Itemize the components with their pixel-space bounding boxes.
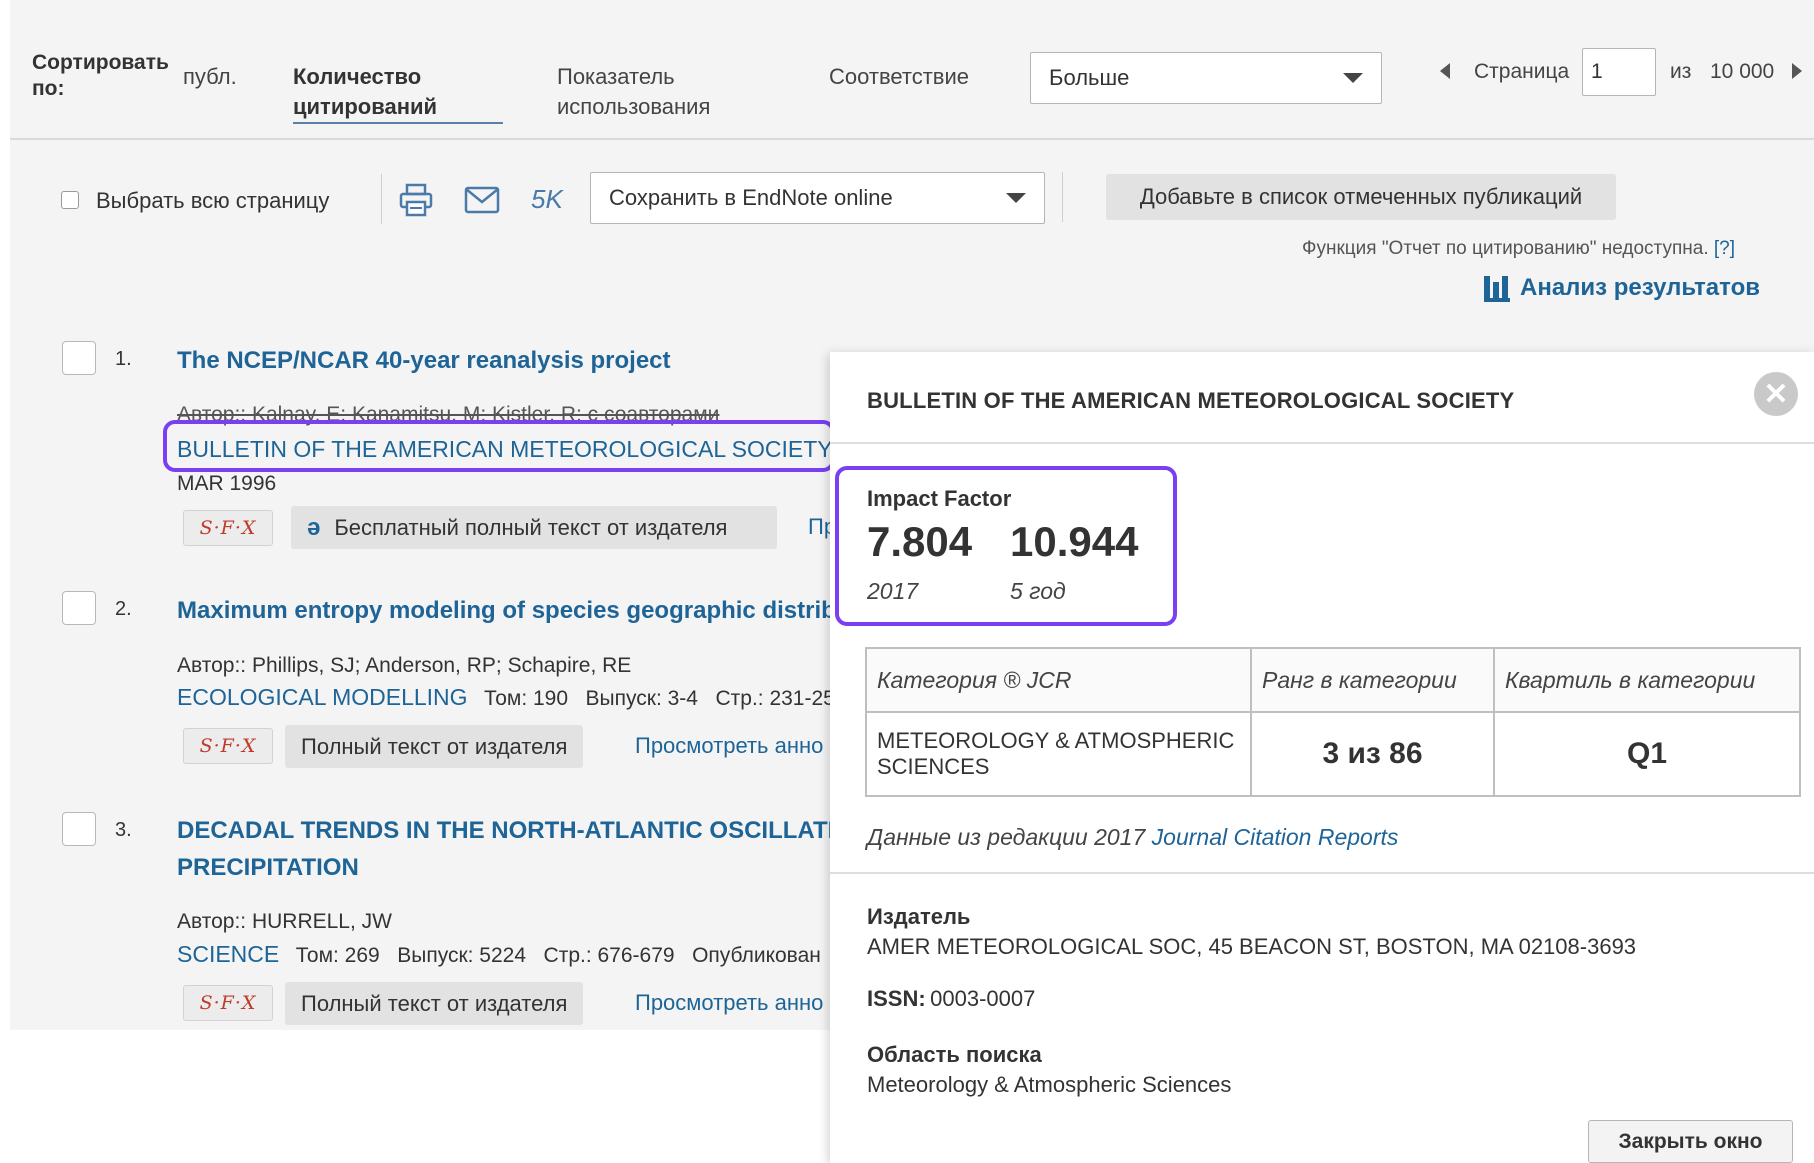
record-checkbox[interactable] — [62, 591, 96, 625]
select-all-label: Выбрать всю страницу — [96, 188, 330, 213]
select-all-checkbox[interactable] — [61, 191, 79, 209]
record-title[interactable]: Maximum entropy modeling of species geog… — [177, 593, 830, 629]
journal-highlight-box — [163, 420, 835, 472]
analyze-results-link[interactable]: Анализ результатов — [1520, 274, 1760, 302]
divider — [830, 442, 1814, 444]
sort-order-value: Больше — [1049, 65, 1130, 90]
toolbar-divider — [1062, 172, 1063, 222]
journal-info-popup: BULLETIN OF THE AMERICAN METEOROLOGICAL … — [830, 352, 1814, 1163]
issn-line: ISSN: 0003-0007 — [867, 986, 1035, 1012]
record-journal-link[interactable]: ECOLOGICAL MODELLING — [177, 684, 468, 710]
record-authors: Автор:: Phillips, SJ; Anderson, RP; Scha… — [177, 654, 632, 677]
divider — [830, 872, 1814, 874]
publisher-value: AMER METEOROLOGICAL SOC, 45 BEACON ST, B… — [867, 934, 1637, 959]
free-fulltext-label: Бесплатный полный текст от издателя — [334, 514, 728, 540]
record-number: 2. — [115, 598, 132, 620]
table-header: Ранг в категории — [1250, 647, 1495, 713]
save-to-value: Сохранить в EndNote online — [609, 185, 893, 210]
record-title-line2[interactable]: PRECIPITATION — [177, 850, 359, 886]
sfx-button[interactable]: S·F·X — [183, 985, 273, 1021]
sfx-label: S·F·X — [199, 517, 257, 539]
help-link[interactable]: [?] — [1714, 238, 1735, 259]
jcr-link[interactable]: Journal Citation Reports — [1152, 824, 1399, 850]
citation-report-note: Функция "Отчет по цитированию" недоступн… — [1302, 238, 1735, 260]
table-header: Квартиль в категории — [1493, 647, 1801, 713]
sfx-button[interactable]: S·F·X — [183, 510, 273, 546]
view-abstract-link[interactable]: Просмотреть анно — [635, 990, 830, 1016]
close-window-button[interactable]: Закрыть окно — [1588, 1120, 1793, 1163]
popup-title: BULLETIN OF THE AMERICAN METEOROLOGICAL … — [867, 388, 1515, 413]
issn-label: ISSN: — [867, 986, 926, 1011]
sfx-label: S·F·X — [199, 992, 257, 1014]
publisher-label: Издатель — [867, 904, 971, 929]
table-row: METEOROLOGY & ATMOSPHERIC SCIENCES 3 из … — [865, 711, 1801, 797]
record-title[interactable]: DECADAL TRENDS IN THE NORTH-ATLANTIC OSC… — [177, 813, 830, 849]
page-total: 10 000 — [1710, 60, 1775, 83]
next-page-icon[interactable] — [1792, 63, 1802, 79]
page-label: Страница — [1474, 60, 1570, 83]
record-checkbox[interactable] — [62, 812, 96, 846]
sfx-button[interactable]: S·F·X — [183, 728, 273, 764]
prev-page-icon[interactable] — [1440, 63, 1450, 79]
sfx-label: S·F·X — [199, 735, 257, 757]
sort-option-citations[interactable]: Количество цитирований — [293, 62, 503, 124]
free-fulltext-button[interactable]: ə Бесплатный полный текст от издателя — [291, 506, 777, 549]
record-authors: Автор:: HURRELL, JW — [177, 910, 392, 933]
email-icon[interactable] — [464, 186, 500, 214]
fulltext-button[interactable]: Полный текст от издателя — [285, 982, 584, 1025]
issn-value: 0003-0007 — [930, 986, 1036, 1011]
category-rank: 3 из 86 — [1250, 711, 1495, 797]
record-details: Том: 190 Выпуск: 3-4 Стр.: 231-25 — [484, 687, 830, 710]
research-area-label: Область поиска — [867, 1042, 1042, 1067]
data-source-note: Данные из редакции 2017 Journal Citation… — [867, 824, 1398, 851]
record-details: Том: 269 Выпуск: 5224 Стр.: 676-679 Опуб… — [295, 944, 821, 967]
table-header: Категория ® JCR — [865, 647, 1252, 713]
record-checkbox[interactable] — [62, 341, 96, 375]
record-more-link[interactable]: Пр — [808, 514, 830, 540]
table-header-row: Категория ® JCR Ранг в категории Квартил… — [865, 647, 1801, 713]
impact-highlight-box — [835, 466, 1177, 626]
chevron-down-icon — [1006, 193, 1026, 203]
sort-option-publ[interactable]: публ. — [183, 62, 237, 92]
category-name: METEOROLOGY & ATMOSPHERIC SCIENCES — [865, 711, 1252, 797]
record-title[interactable]: The NCEP/NCAR 40-year reanalysis project — [177, 343, 671, 379]
citation-report-note-text: Функция "Отчет по цитированию" недоступн… — [1302, 238, 1709, 259]
record-source-line: ECOLOGICAL MODELLING Том: 190 Выпуск: 3-… — [177, 684, 830, 711]
record-number: 1. — [115, 348, 132, 370]
record-source-line: SCIENCE Том: 269 Выпуск: 5224 Стр.: 676-… — [177, 941, 830, 968]
open-access-icon: ə — [307, 513, 321, 541]
page-number-input[interactable] — [1582, 48, 1656, 96]
page-of-label: из — [1670, 60, 1692, 83]
add-to-marked-list-button[interactable]: Добавьте в список отмеченных публикаций — [1106, 174, 1616, 220]
sort-label: Сортировать по: — [32, 51, 169, 100]
view-abstract-link[interactable]: Просмотреть анно — [635, 733, 830, 759]
data-source-prefix: Данные из редакции 2017 — [867, 824, 1146, 850]
bar-chart-icon — [1484, 276, 1510, 302]
count-5k[interactable]: 5K — [531, 184, 563, 215]
sort-option-relevance[interactable]: Соответствие — [829, 62, 969, 92]
sort-order-select[interactable]: Больше — [1030, 52, 1382, 104]
print-icon[interactable] — [398, 183, 434, 217]
close-icon[interactable]: ✕ — [1754, 372, 1798, 416]
record-journal-link[interactable]: SCIENCE — [177, 941, 279, 967]
jcr-category-table: Категория ® JCR Ранг в категории Квартил… — [865, 647, 1801, 797]
toolbar-divider — [381, 174, 382, 224]
fulltext-button[interactable]: Полный текст от издателя — [285, 725, 584, 768]
sort-bar: Сортировать по: публ. Количество цитиров… — [10, 0, 1814, 140]
record-number: 3. — [115, 819, 132, 841]
category-quartile: Q1 — [1493, 711, 1801, 797]
save-to-select[interactable]: Сохранить в EndNote online — [590, 172, 1045, 224]
sort-option-usage[interactable]: Показатель использования — [557, 62, 747, 122]
chevron-down-icon — [1343, 73, 1363, 83]
record-date: MAR 1996 — [177, 472, 277, 495]
research-area-value: Meteorology & Atmospheric Sciences — [867, 1072, 1232, 1097]
